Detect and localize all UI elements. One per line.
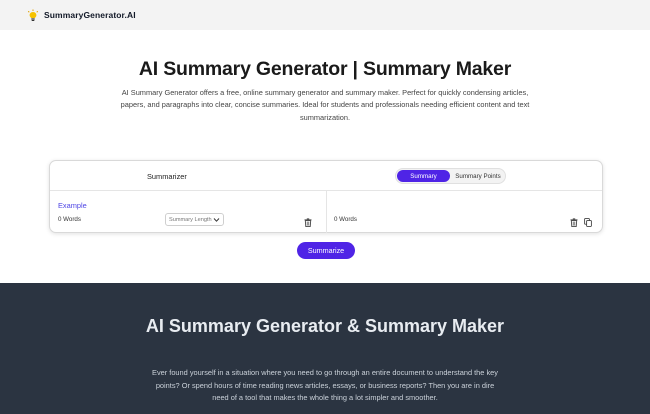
top-navbar: SummaryGenerator.AI [0, 0, 650, 30]
page-description: AI Summary Generator offers a free, onli… [120, 88, 530, 122]
example-link[interactable]: Example [58, 201, 87, 210]
mode-summary-button[interactable]: Summary [397, 170, 450, 182]
clear-output-trash-icon[interactable] [570, 214, 578, 232]
pane-divider [326, 191, 327, 233]
input-word-count: 0 Words [58, 216, 81, 223]
lightbulb-icon [26, 8, 40, 22]
copy-icon[interactable] [584, 214, 592, 232]
mode-toggle: Summary Summary Points [395, 168, 506, 184]
summarize-button[interactable]: Summarize [297, 242, 355, 259]
clear-input-trash-icon[interactable] [304, 214, 312, 232]
about-title: AI Summary Generator & Summary Maker [145, 316, 505, 336]
about-section: AI Summary Generator & Summary Maker Eve… [0, 283, 650, 414]
mode-summary-points-button[interactable]: Summary Points [451, 170, 505, 182]
summarizer-header: Summarizer Summary Summary Points [50, 161, 602, 191]
summarizer-card: Summarizer Summary Summary Points Exampl… [49, 160, 603, 233]
page-title: AI Summary Generator | Summary Maker [138, 58, 512, 80]
summarizer-title: Summarizer [147, 172, 187, 181]
about-description: Ever found yourself in a situation where… [152, 368, 498, 403]
output-word-count: 0 Words [334, 216, 357, 223]
summary-length-placeholder: Summary Length [169, 216, 212, 223]
summary-length-select[interactable]: Summary Length [165, 213, 224, 226]
chevron-down-icon [213, 217, 220, 225]
brand-name[interactable]: SummaryGenerator.AI [44, 10, 136, 20]
